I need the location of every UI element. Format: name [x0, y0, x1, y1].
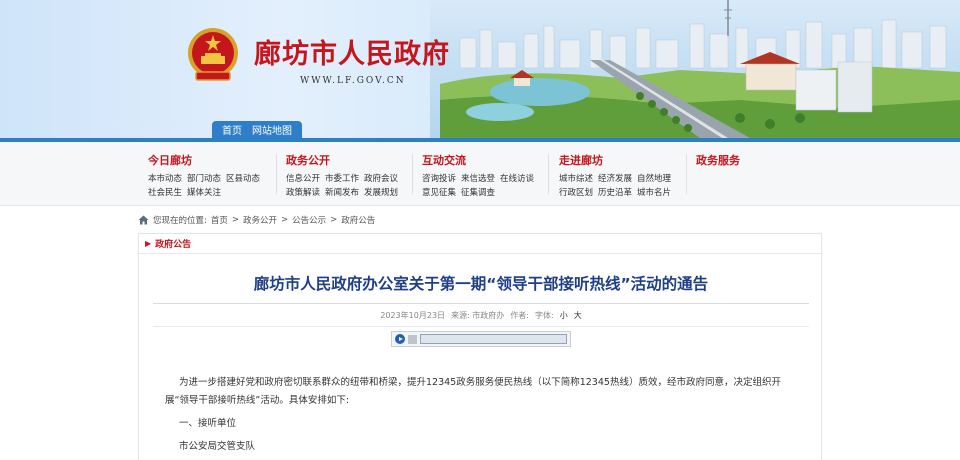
breadcrumb-item-government-notice[interactable]: 政府公告: [341, 214, 375, 226]
menu-group-about-langfang: 走进廊坊 城市综述 经济发展 自然地理 行政区划 历史沿革 城市名片: [559, 152, 671, 198]
menu-link[interactable]: 经济发展: [598, 172, 632, 184]
panel-header: ▶ 政府公告: [139, 234, 821, 254]
site-url: WWW.LF.GOV.CN: [300, 76, 406, 86]
menu-link[interactable]: 征集调查: [461, 186, 495, 198]
article-paragraph: 一、接听单位: [179, 418, 237, 429]
menu-link[interactable]: 媒体关注: [187, 186, 221, 198]
arrow-right-icon: ▶: [145, 239, 152, 248]
menu-link[interactable]: 在线访谈: [500, 172, 534, 184]
menu-link[interactable]: 本市动态: [148, 172, 182, 184]
menu-link[interactable]: 市委工作: [325, 172, 359, 184]
menu-link[interactable]: 城市综述: [559, 172, 593, 184]
menu-link[interactable]: 新闻发布: [325, 186, 359, 198]
article-source: 来源: 市政府办: [451, 311, 505, 320]
menu-group-title[interactable]: 今日廊坊: [148, 152, 260, 168]
menu-separator: [276, 154, 277, 194]
menu-group-title[interactable]: 互动交流: [422, 152, 534, 168]
audio-progress-bar[interactable]: [420, 334, 567, 344]
meta-divider: [153, 326, 809, 327]
play-icon[interactable]: [395, 334, 405, 344]
font-size-label: 字体:: [534, 311, 554, 320]
menu-group-title[interactable]: 政务服务: [696, 152, 740, 168]
breadcrumb-separator: >: [330, 215, 338, 225]
menu-group-title[interactable]: 走进廊坊: [559, 152, 671, 168]
breadcrumb-item-home[interactable]: 首页: [211, 214, 228, 226]
menu-separator: [412, 154, 413, 194]
stop-icon[interactable]: [408, 334, 417, 344]
menu-group-title[interactable]: 政务公开: [286, 152, 398, 168]
menu-link[interactable]: 来信选登: [461, 172, 495, 184]
article-body: 为进一步搭建好党和政府密切联系群众的纽带和桥梁，提升12345政务服务便民热线（…: [165, 374, 795, 460]
article-title: 廊坊市人民政府办公室关于第一期“领导干部接听热线”活动的通告: [253, 275, 709, 293]
menu-link[interactable]: 城市名片: [637, 186, 671, 198]
menu-link[interactable]: 社会民生: [148, 186, 182, 198]
menu-link[interactable]: 咨询投诉: [422, 172, 456, 184]
menu-link[interactable]: 政府会议: [364, 172, 398, 184]
article-author: 作者:: [510, 311, 529, 320]
menu-link[interactable]: 部门动态: [187, 172, 221, 184]
font-size-large-button[interactable]: 大: [574, 310, 582, 321]
menu-group-today-langfang: 今日廊坊 本市动态 部门动态 区县动态 社会民生 媒体关注: [148, 152, 260, 198]
breadcrumb-label: 您现在的位置:: [153, 216, 207, 226]
title-divider: [153, 303, 809, 304]
menu-link[interactable]: 区县动态: [226, 172, 260, 184]
menu-link[interactable]: 信息公开: [286, 172, 320, 184]
city-aerial-image: [440, 0, 960, 138]
top-nav: 首页 网站地图: [212, 121, 302, 138]
nav-sitemap-link[interactable]: 网站地图: [252, 122, 292, 137]
breadcrumb: 您现在的位置: 首页 > 政务公开 > 公告公示 > 政府公告: [138, 212, 375, 228]
breadcrumb-separator: >: [231, 215, 240, 225]
article-paragraph: 市公安局交管支队: [179, 441, 256, 452]
menu-link[interactable]: 发展规划: [364, 186, 398, 198]
menu-link[interactable]: 历史沿革: [598, 186, 632, 198]
main-menu: 今日廊坊 本市动态 部门动态 区县动态 社会民生 媒体关注 政务公开 信息公开 …: [0, 142, 960, 206]
menu-separator: [548, 154, 549, 194]
font-size-small-button[interactable]: 小: [560, 310, 568, 321]
national-emblem-icon: [188, 28, 238, 81]
site-title[interactable]: 廊坊市人民政府: [254, 32, 450, 71]
home-icon: [138, 215, 149, 225]
breadcrumb-separator: >: [281, 215, 289, 225]
article-panel: ▶ 政府公告 廊坊市人民政府办公室关于第一期“领导干部接听热线”活动的通告 20…: [138, 233, 822, 460]
article-meta: 2023年10月23日 来源: 市政府办 作者: 字体: 小 大: [139, 310, 823, 321]
site-banner: 廊坊市人民政府 WWW.LF.GOV.CN 首页 网站地图: [0, 0, 960, 138]
menu-group-government-affairs: 政务公开 信息公开 市委工作 政府会议 政策解读 新闻发布 发展规划: [286, 152, 398, 198]
article-paragraph: 为进一步搭建好党和政府密切联系群众的纽带和桥梁，提升12345政务服务便民热线（…: [165, 377, 781, 406]
menu-link[interactable]: 行政区划: [559, 186, 593, 198]
menu-link[interactable]: 意见征集: [422, 186, 456, 198]
menu-link[interactable]: 自然地理: [637, 172, 671, 184]
menu-link[interactable]: 政策解读: [286, 186, 320, 198]
menu-group-government-services: 政务服务: [696, 152, 740, 172]
audio-player: [391, 331, 571, 347]
menu-group-interaction: 互动交流 咨询投诉 来信选登 在线访谈 意见征集 征集调查: [422, 152, 534, 198]
breadcrumb-item-government-affairs[interactable]: 政务公开: [243, 214, 277, 226]
panel-section-title[interactable]: 政府公告: [155, 237, 191, 250]
menu-separator: [686, 154, 687, 194]
nav-home-link[interactable]: 首页: [222, 122, 242, 137]
article-date: 2023年10月23日: [380, 311, 446, 320]
breadcrumb-item-announcements[interactable]: 公告公示: [292, 214, 326, 226]
